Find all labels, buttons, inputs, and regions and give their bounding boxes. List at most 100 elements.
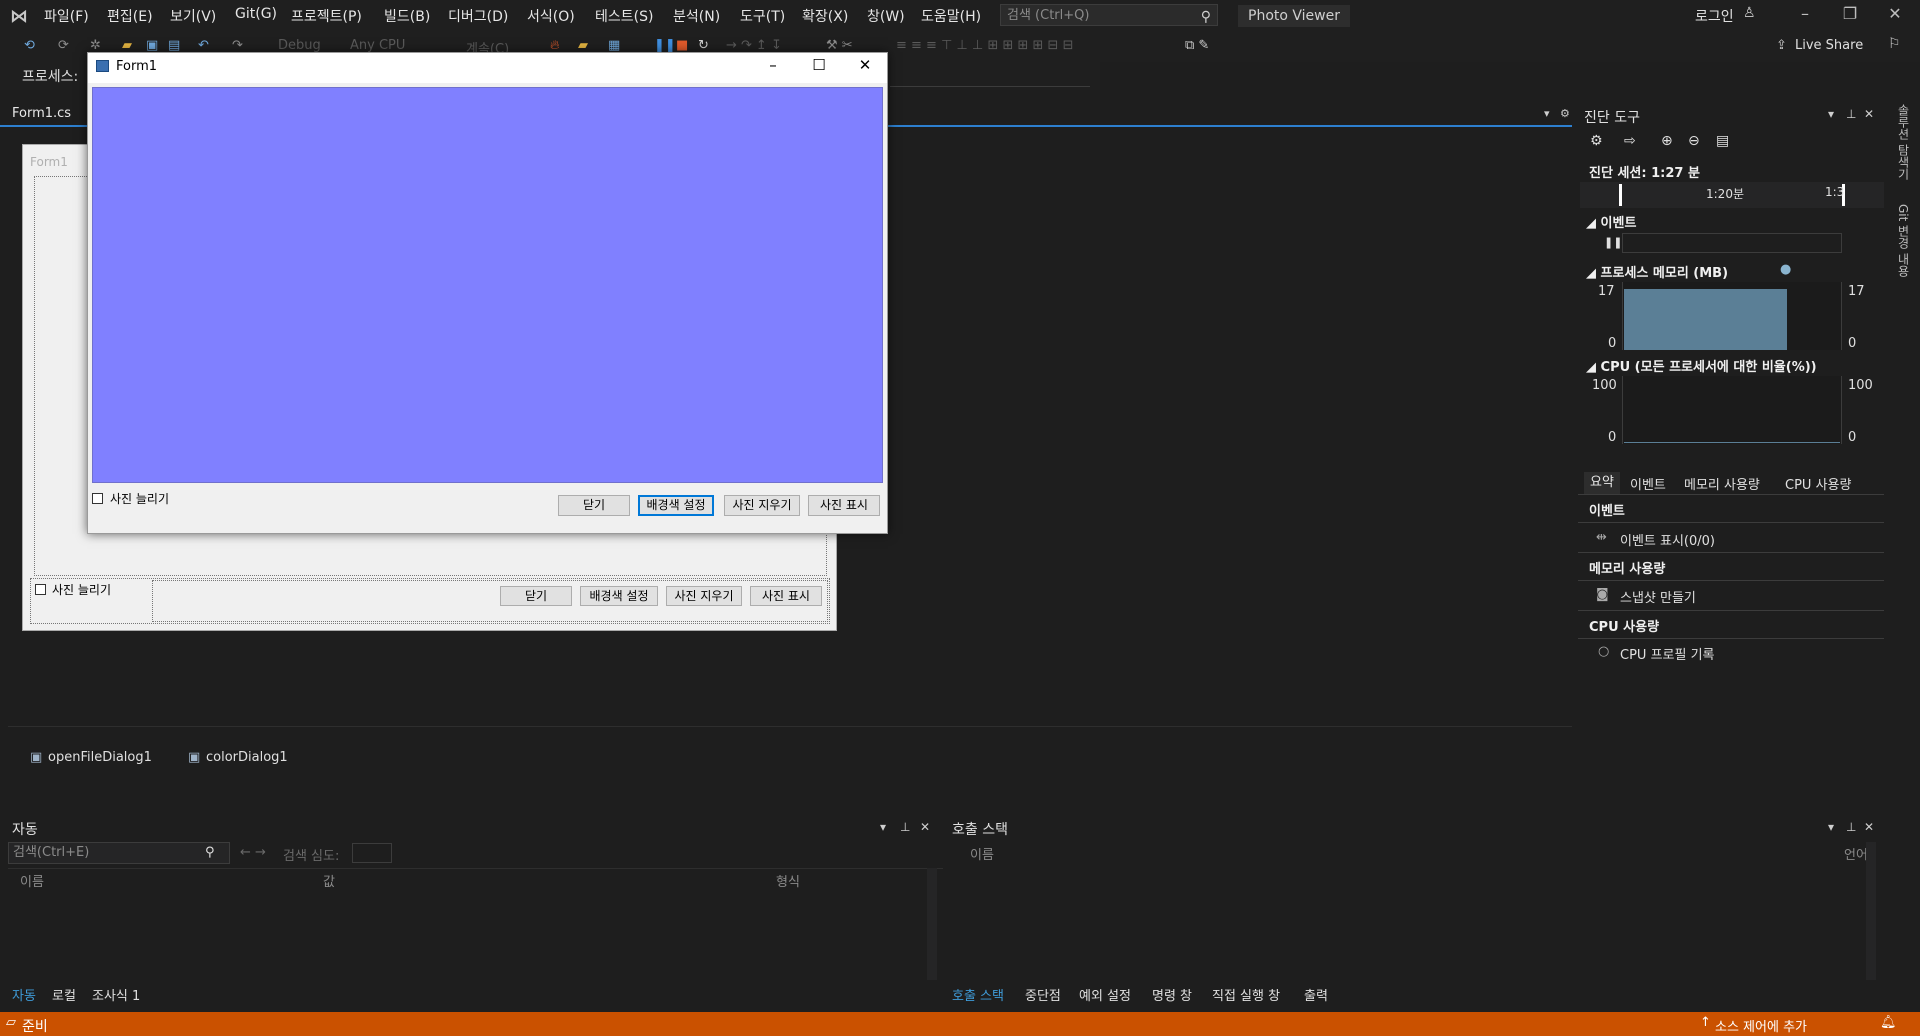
panel-dropdown-icon[interactable]: ▾ <box>1828 107 1834 121</box>
notifications-icon[interactable]: 🔔︎ <box>1880 1015 1897 1030</box>
live-share-button[interactable]: Live Share <box>1795 38 1863 53</box>
panel-close-icon[interactable]: ✕ <box>1864 107 1874 121</box>
pause-icon[interactable]: ❚❚ <box>654 38 676 53</box>
autos-tab-auto[interactable]: 자동 <box>12 985 36 1004</box>
diag-settings-icon[interactable]: ⚙ <box>1590 133 1603 149</box>
menu-extensions[interactable]: 확장(X) <box>802 6 848 26</box>
tray-open-file-dialog[interactable]: openFileDialog1 <box>48 750 152 765</box>
panel-pin-icon[interactable]: ⊥ <box>1846 107 1856 121</box>
callstack-col-language[interactable]: 언어 <box>1844 844 1868 863</box>
user-icon[interactable]: ♙ <box>1743 5 1756 21</box>
design-stretch-checkbox[interactable] <box>35 584 46 595</box>
record-cpu-profile-link[interactable]: CPU 프로필 기록 <box>1620 644 1715 663</box>
callstack-pin-icon[interactable]: ⊥ <box>1846 820 1856 834</box>
step-icon[interactable]: → ↷ ↥ ↧ <box>726 38 782 53</box>
menu-view[interactable]: 보기(V) <box>170 6 216 26</box>
design-background-button[interactable]: 배경색 설정 <box>580 586 658 606</box>
show-events-link[interactable]: 이벤트 표시(0/0) <box>1620 530 1715 549</box>
document-tab-label[interactable]: Form1.cs <box>12 106 71 121</box>
callstack-tab-output[interactable]: 출력 <box>1304 985 1328 1004</box>
live-share-icon[interactable]: ⇪ <box>1776 38 1787 53</box>
menu-tools[interactable]: 도구(T) <box>740 6 785 26</box>
autos-dropdown-icon[interactable]: ▾ <box>880 820 886 834</box>
callstack-tab-exceptions[interactable]: 예외 설정 <box>1079 985 1131 1004</box>
design-show-button[interactable]: 사진 표시 <box>750 586 822 606</box>
menu-debug[interactable]: 디버그(D) <box>448 6 508 26</box>
diag-tab-summary[interactable]: 요약 <box>1584 472 1620 494</box>
callstack-tab-immediate[interactable]: 직접 실행 창 <box>1212 985 1280 1004</box>
layout-align-icons[interactable]: ≡ ≡ ≡ ⊤ ⊥ ⊥ ⊞ ⊞ ⊞ ⊞ ⊟ ⊟ <box>896 38 1073 53</box>
tab-settings-icon[interactable]: ⚙ <box>1560 107 1570 120</box>
autos-close-icon[interactable]: ✕ <box>920 820 930 834</box>
autos-col-name[interactable]: 이름 <box>20 871 44 890</box>
clear-picture-button[interactable]: 사진 지우기 <box>724 495 800 516</box>
autos-grid[interactable] <box>8 868 943 981</box>
diag-export-icon[interactable]: ⇨ <box>1624 133 1636 149</box>
platform-dropdown[interactable]: Any CPU <box>350 38 405 53</box>
stretch-checkbox[interactable] <box>92 493 103 504</box>
feedback-icon[interactable]: ⚐ <box>1888 36 1901 52</box>
show-picture-button[interactable]: 사진 표시 <box>808 495 880 516</box>
form-minimize-icon[interactable]: – <box>751 56 795 74</box>
stack-frame-dropdown[interactable] <box>890 64 1090 87</box>
visual-studio-logo-icon[interactable]: ⋈ <box>10 6 32 27</box>
menu-format[interactable]: 서식(O) <box>527 6 575 26</box>
tools-icon[interactable]: ⚒ ✂ <box>826 38 853 53</box>
timeline-start-handle[interactable] <box>1619 184 1622 206</box>
callstack-tab-breakpoints[interactable]: 중단점 <box>1025 985 1061 1004</box>
diag-reset-zoom-icon[interactable]: ▤ <box>1716 133 1729 149</box>
autos-tab-watch[interactable]: 조사식 1 <box>92 985 140 1004</box>
back-icon[interactable]: ⟲ <box>24 38 35 53</box>
stretch-checkbox-label[interactable]: 사진 늘리기 <box>110 490 169 507</box>
restore-icon[interactable]: ❐ <box>1830 4 1870 23</box>
stop-icon[interactable]: ■ <box>676 38 688 53</box>
callstack-close-icon[interactable]: ✕ <box>1864 820 1874 834</box>
hot-reload-icon[interactable]: 🔥︎ <box>550 38 560 53</box>
undo-icon[interactable]: ↶ <box>198 38 209 53</box>
solution-config-dropdown[interactable]: Debug <box>278 38 321 53</box>
callstack-tab-callstack[interactable]: 호출 스택 <box>952 985 1004 1004</box>
menu-project[interactable]: 프로젝트(P) <box>291 6 362 26</box>
diag-zoom-out-icon[interactable]: ⊖ <box>1688 133 1700 149</box>
autos-search-input[interactable]: 검색(Ctrl+E) <box>8 842 230 864</box>
forward-icon[interactable]: ⟳ <box>58 38 69 53</box>
restart-icon[interactable]: ↻ <box>698 38 709 53</box>
screenshot-icon[interactable]: ▦ <box>608 38 620 53</box>
new-project-icon[interactable]: ✲ <box>90 38 101 53</box>
open-file-icon[interactable]: ▰ <box>122 38 132 53</box>
menu-build[interactable]: 빌드(B) <box>384 6 430 26</box>
design-close-button[interactable]: 닫기 <box>500 586 572 606</box>
tab-order-icon[interactable]: ⧉ ✎ <box>1185 38 1209 53</box>
diag-cpu-section[interactable]: ◢ CPU (모든 프로세서에 대한 비율(%)) <box>1586 356 1817 375</box>
autos-col-type[interactable]: 형식 <box>776 871 800 890</box>
close-button[interactable]: 닫기 <box>558 495 630 516</box>
diag-events-section[interactable]: ◢ 이벤트 <box>1586 212 1636 231</box>
status-output-icon[interactable]: ▱ <box>6 1015 16 1030</box>
menu-analyze[interactable]: 분석(N) <box>673 6 720 26</box>
callstack-tab-command[interactable]: 명령 창 <box>1152 985 1192 1004</box>
diag-tab-memory[interactable]: 메모리 사용량 <box>1684 474 1760 493</box>
autos-scrollbar[interactable] <box>927 868 937 980</box>
diag-memory-section[interactable]: ◢ 프로세스 메모리 (MB) <box>1586 262 1728 281</box>
login-link[interactable]: 로그인 <box>1695 6 1734 26</box>
menu-help[interactable]: 도움말(H) <box>921 6 981 26</box>
close-icon[interactable]: ✕ <box>1875 4 1915 23</box>
add-to-source-control[interactable]: 소스 제어에 추가 <box>1715 1016 1807 1035</box>
git-changes-tab[interactable]: Git 변경 내용 <box>1895 204 1912 277</box>
save-icon[interactable]: ▣ <box>146 38 158 53</box>
callstack-dropdown-icon[interactable]: ▾ <box>1828 820 1834 834</box>
diag-tab-events[interactable]: 이벤트 <box>1630 474 1666 493</box>
background-color-button[interactable]: 배경색 설정 <box>638 495 714 516</box>
save-all-icon[interactable]: ▤ <box>168 38 180 53</box>
callstack-scrollbar[interactable] <box>1866 842 1876 980</box>
design-clear-button[interactable]: 사진 지우기 <box>666 586 742 606</box>
form-maximize-icon[interactable]: ☐ <box>797 56 841 74</box>
tray-color-dialog[interactable]: colorDialog1 <box>206 750 288 765</box>
diag-zoom-in-icon[interactable]: ⊕ <box>1661 133 1673 149</box>
events-track[interactable] <box>1622 233 1842 253</box>
search-input[interactable]: 검색 (Ctrl+Q) ⚲ <box>1000 4 1218 26</box>
autos-depth-dropdown[interactable] <box>352 843 392 863</box>
autos-pin-icon[interactable]: ⊥ <box>900 820 910 834</box>
solution-explorer-tab[interactable]: 솔루션 탐색기 <box>1895 104 1912 180</box>
menu-file[interactable]: 파일(F) <box>44 6 89 26</box>
